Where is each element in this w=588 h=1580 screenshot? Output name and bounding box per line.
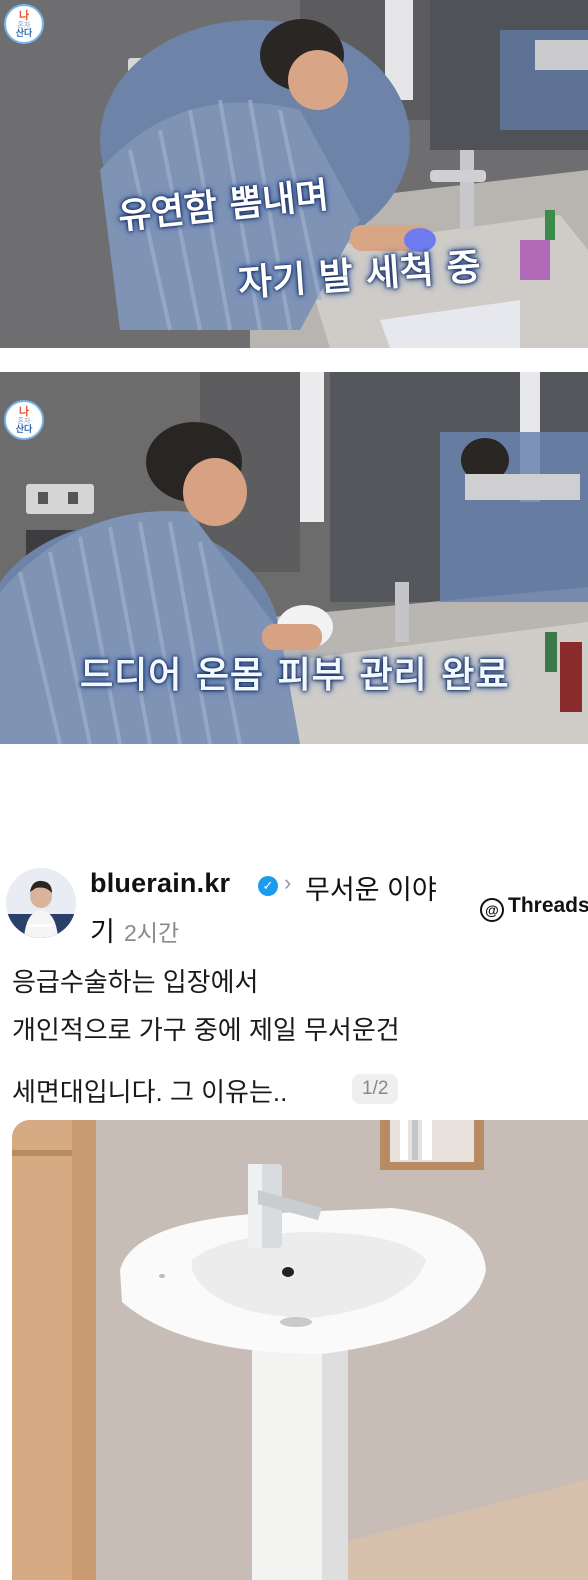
- post-text-line-2: 개인적으로 가구 중에 제일 무서운건: [12, 1015, 400, 1045]
- show-logo: 나 혼자 산다: [4, 400, 44, 440]
- avatar-image: [6, 868, 76, 938]
- post-text-line-3: 세면대입니다. 그 이유는..: [12, 1077, 288, 1107]
- page-indicator: 1/2: [352, 1074, 399, 1104]
- post-time: 2시간: [124, 920, 180, 946]
- threads-label: Threads: [508, 894, 588, 917]
- post-image-sink[interactable]: [12, 1120, 588, 1580]
- chevron-right-icon: ›: [284, 870, 292, 895]
- threads-icon: @: [480, 898, 504, 922]
- pedestal-sink-image: [12, 1120, 588, 1580]
- author-name[interactable]: bluerain.kr: [90, 868, 230, 899]
- video-frame-2: 나 혼자 산다 드디어 온몸 피부 관리 완료: [0, 372, 588, 744]
- threads-logo[interactable]: @ Threads: [480, 894, 588, 922]
- topic-tag[interactable]: 무서운 이야: [305, 868, 437, 907]
- verified-badge-icon: ✓: [258, 876, 278, 896]
- show-logo: 나 혼자 산다: [4, 4, 44, 44]
- subtitle: 드디어 온몸 피부 관리 완료: [80, 655, 510, 696]
- post-text-line-1: 응급수술하는 입장에서: [12, 967, 259, 997]
- avatar[interactable]: [6, 868, 76, 938]
- video-frame-1: 나 혼자 산다 유연함 뽐내며 자기 발 세척 중: [0, 0, 588, 348]
- topic-tag-continued[interactable]: 기: [90, 910, 115, 949]
